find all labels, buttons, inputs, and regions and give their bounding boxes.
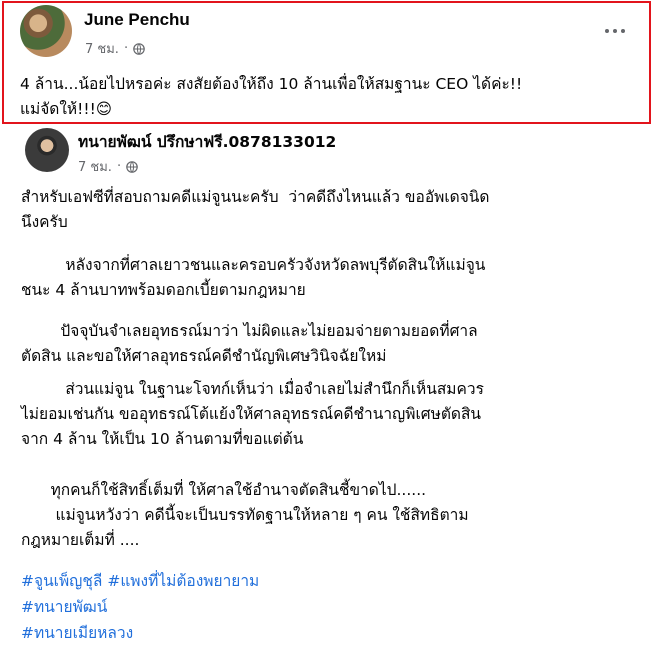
post2-meta: 7 ชม. ·: [78, 156, 138, 177]
post1-separator: ·: [123, 41, 129, 56]
post2-separator: ·: [116, 159, 122, 174]
avatar-lawyer[interactable]: [25, 128, 69, 172]
post1-author[interactable]: June Penchu: [84, 10, 190, 30]
hashtag-list: #จูนเพ็ญชุลี #แพงที่ไม่ต้องพยายาม #ทนายพ…: [21, 568, 259, 646]
more-options-icon[interactable]: [605, 22, 635, 40]
post2-paragraph: สำหรับเอฟซีที่สอบถามคดีแม่จูนนะครับ ว่าค…: [21, 188, 490, 231]
globe-icon: [126, 160, 138, 173]
post1-meta: 7 ชม. ·: [85, 38, 145, 59]
post2-paragraph: ส่วนแม่จูน ในฐานะโจทก์เห็นว่า เมื่อจำเลย…: [21, 380, 484, 448]
post2-paragraph: หลังจากที่ศาลเยาวชนและครอบครัวจังหวัดลพบ…: [21, 256, 486, 299]
avatar-june-penchu[interactable]: [20, 5, 72, 57]
hashtag-link[interactable]: #ทนายเมียหลวง: [21, 620, 259, 646]
post2-paragraph: ปัจจุบันจำเลยอุทธรณ์มาว่า ไม่ผิดและไม่ยอ…: [21, 322, 478, 365]
post2-time[interactable]: 7 ชม.: [78, 156, 112, 177]
post2-paragraph: ทุกคนก็ใช้สิทธิ์เต็มที่ ให้ศาลใช้อำนาจตั…: [21, 481, 469, 549]
post1-text: 4 ล้าน...น้อยไปหรอค่ะ สงสัยต้องให้ถึง 10…: [20, 75, 523, 118]
post1-time[interactable]: 7 ชม.: [85, 38, 119, 59]
globe-icon: [133, 42, 145, 55]
hashtag-link[interactable]: #จูนเพ็ญชุลี #แพงที่ไม่ต้องพยายาม: [21, 568, 259, 594]
post2-author[interactable]: ทนายพัฒน์ ปรึกษาฟรี.0878133012: [78, 129, 336, 154]
hashtag-link[interactable]: #ทนายพัฒน์: [21, 594, 259, 620]
